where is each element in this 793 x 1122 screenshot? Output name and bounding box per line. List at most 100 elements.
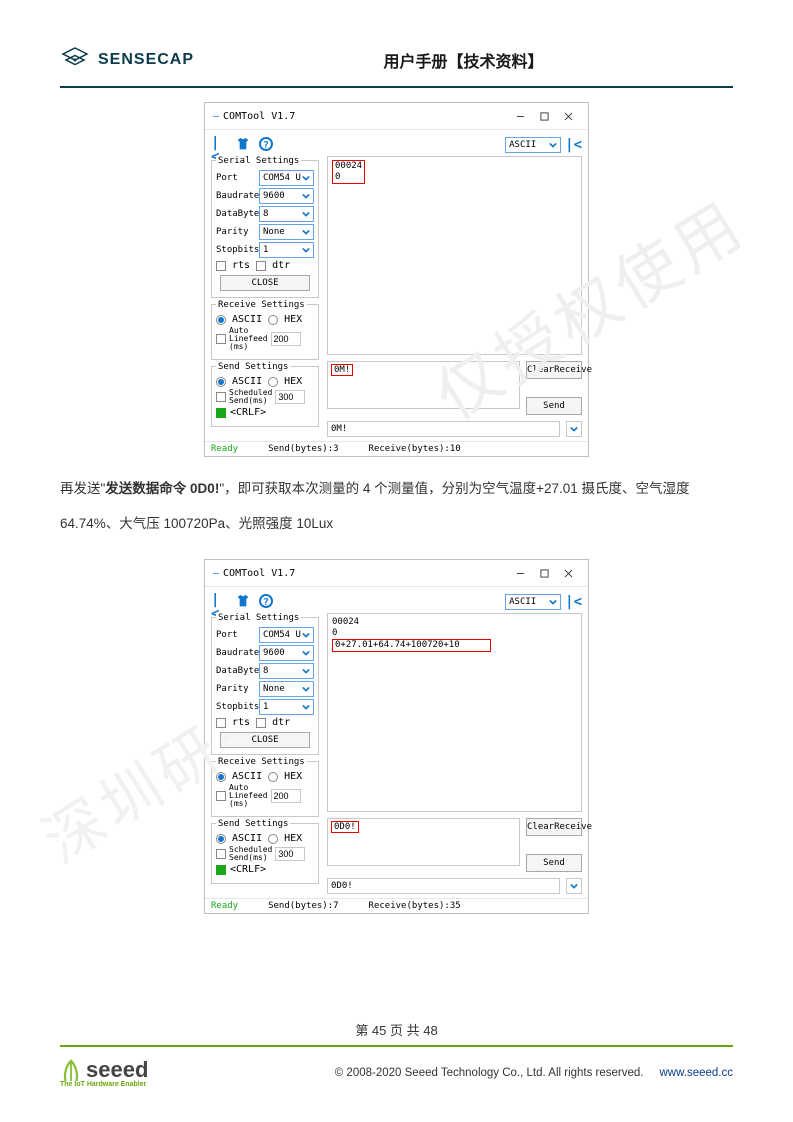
scheduled-label: ScheduledSend(ms)	[229, 846, 272, 862]
window-title: COMTool V1.7	[223, 111, 508, 122]
baud-select[interactable]: 9600	[259, 645, 314, 661]
clear-receive-button[interactable]: ClearReceive	[526, 818, 582, 836]
baud-label: Baudrate	[216, 191, 256, 201]
minimize-button[interactable]	[508, 564, 532, 582]
shirt-icon[interactable]	[235, 136, 251, 152]
send-line-input[interactable]: 0M!	[327, 421, 560, 437]
dtr-checkbox[interactable]	[256, 261, 266, 271]
autolf-checkbox[interactable]	[216, 334, 226, 344]
rx-highlight: 000240	[332, 160, 365, 184]
crlf-label: <CRLF>	[230, 864, 266, 875]
titlebar: — COMTool V1.7	[205, 103, 588, 130]
receive-settings-group: Receive Settings ASCIIHEX AutoLinefeed(m…	[211, 761, 319, 817]
doc-header: SENSECAP 用户手册【技术资料】	[60, 40, 733, 80]
close-window-button[interactable]	[556, 107, 580, 125]
serial-settings-group: Serial Settings PortCOM54 U Baudrate9600…	[211, 617, 319, 755]
scheduled-checkbox[interactable]	[216, 849, 226, 859]
collapse-icon[interactable]: |<	[211, 136, 227, 152]
parity-select[interactable]: None	[259, 681, 314, 697]
send-line-input[interactable]: 0D0!	[327, 878, 560, 894]
rx-hex-radio[interactable]	[268, 772, 278, 782]
footer-divider	[60, 1045, 733, 1047]
encoding-select[interactable]: ASCII	[505, 594, 561, 610]
header-divider	[60, 86, 733, 88]
collapse-icon[interactable]: |<	[211, 593, 227, 609]
scheduled-input[interactable]	[275, 390, 305, 404]
send-button[interactable]: Send	[526, 397, 582, 415]
stopbits-select[interactable]: 1	[259, 699, 314, 715]
maximize-button[interactable]	[532, 107, 556, 125]
rx-ascii-radio[interactable]	[216, 315, 226, 325]
baud-select[interactable]: 9600	[259, 188, 314, 204]
port-label: Port	[216, 173, 256, 183]
databytes-label: DataBytes	[216, 209, 256, 219]
receive-legend: Receive Settings	[216, 757, 307, 767]
autolf-checkbox[interactable]	[216, 791, 226, 801]
tx-ascii-radio[interactable]	[216, 377, 226, 387]
autolf-input[interactable]	[271, 332, 301, 346]
send-settings-group: Send Settings ASCII HEX ScheduledSend(ms…	[211, 366, 319, 427]
rts-checkbox[interactable]	[216, 261, 226, 271]
rx-hex-radio[interactable]	[268, 315, 278, 325]
port-select[interactable]: COM54 U	[259, 170, 314, 186]
sensecap-brand-text: SENSECAP	[98, 51, 194, 69]
collapse-right-icon[interactable]: |<	[565, 595, 582, 609]
scheduled-input[interactable]	[275, 847, 305, 861]
databytes-select[interactable]: 8	[259, 663, 314, 679]
baud-label: Baudrate	[216, 648, 256, 658]
crlf-checkbox[interactable]	[216, 865, 226, 875]
status-ready: Ready	[211, 901, 238, 911]
send-button[interactable]: Send	[526, 854, 582, 872]
crlf-label: <CRLF>	[230, 407, 266, 418]
parity-label: Parity	[216, 227, 256, 237]
help-icon[interactable]: ?	[259, 594, 273, 608]
autolf-label: AutoLinefeed(ms)	[229, 784, 268, 808]
send-history-dropdown[interactable]	[566, 878, 582, 894]
tx-highlight: 0M!	[331, 364, 353, 376]
stopbits-label: Stopbits	[216, 245, 256, 255]
send-textarea[interactable]: 0M!	[327, 361, 520, 409]
tx-ascii-radio[interactable]	[216, 834, 226, 844]
encoding-select[interactable]: ASCII	[505, 137, 561, 153]
parity-select[interactable]: None	[259, 224, 314, 240]
status-recv-bytes: Receive(bytes):10	[369, 444, 461, 454]
close-window-button[interactable]	[556, 564, 580, 582]
tx-hex-label: HEX	[284, 376, 302, 387]
tx-ascii-label: ASCII	[232, 833, 262, 844]
rx-line: 0	[332, 628, 337, 638]
rts-checkbox[interactable]	[216, 718, 226, 728]
scheduled-checkbox[interactable]	[216, 392, 226, 402]
maximize-button[interactable]	[532, 564, 556, 582]
autolf-input[interactable]	[271, 789, 301, 803]
rx-ascii-radio[interactable]	[216, 772, 226, 782]
crlf-checkbox[interactable]	[216, 408, 226, 418]
receive-textarea[interactable]: 00024 0 0+27.01+64.74+100720+10	[327, 613, 582, 812]
close-port-button[interactable]: CLOSE	[220, 275, 310, 291]
titlebar: — COMTool V1.7	[205, 560, 588, 587]
body-paragraph: 再发送"发送数据命令 0D0!"，即可获取本次测量的 4 个测量值，分别为空气温…	[60, 471, 733, 541]
rts-label: rts	[232, 260, 250, 271]
clear-receive-button[interactable]: ClearReceive	[526, 361, 582, 379]
rx-ascii-label: ASCII	[232, 771, 262, 782]
shirt-icon[interactable]	[235, 593, 251, 609]
send-legend: Send Settings	[216, 362, 290, 372]
collapse-right-icon[interactable]: |<	[565, 138, 582, 152]
send-history-dropdown[interactable]	[566, 421, 582, 437]
help-icon[interactable]: ?	[259, 137, 273, 151]
minimize-button[interactable]	[508, 107, 532, 125]
stopbits-select[interactable]: 1	[259, 242, 314, 258]
rx-hex-label: HEX	[284, 771, 302, 782]
receive-textarea[interactable]: 000240	[327, 156, 582, 355]
send-textarea[interactable]: 0D0!	[327, 818, 520, 866]
close-port-button[interactable]: CLOSE	[220, 732, 310, 748]
port-select[interactable]: COM54 U	[259, 627, 314, 643]
tx-hex-radio[interactable]	[268, 377, 278, 387]
rx-hex-label: HEX	[284, 314, 302, 325]
databytes-select[interactable]: 8	[259, 206, 314, 222]
port-label: Port	[216, 630, 256, 640]
tx-hex-radio[interactable]	[268, 834, 278, 844]
status-send-bytes: Send(bytes):7	[268, 901, 338, 911]
footer-link[interactable]: www.seeed.cc	[659, 1067, 733, 1079]
serial-settings-group: Serial Settings Port COM54 U Baudrate 96…	[211, 160, 319, 298]
dtr-checkbox[interactable]	[256, 718, 266, 728]
